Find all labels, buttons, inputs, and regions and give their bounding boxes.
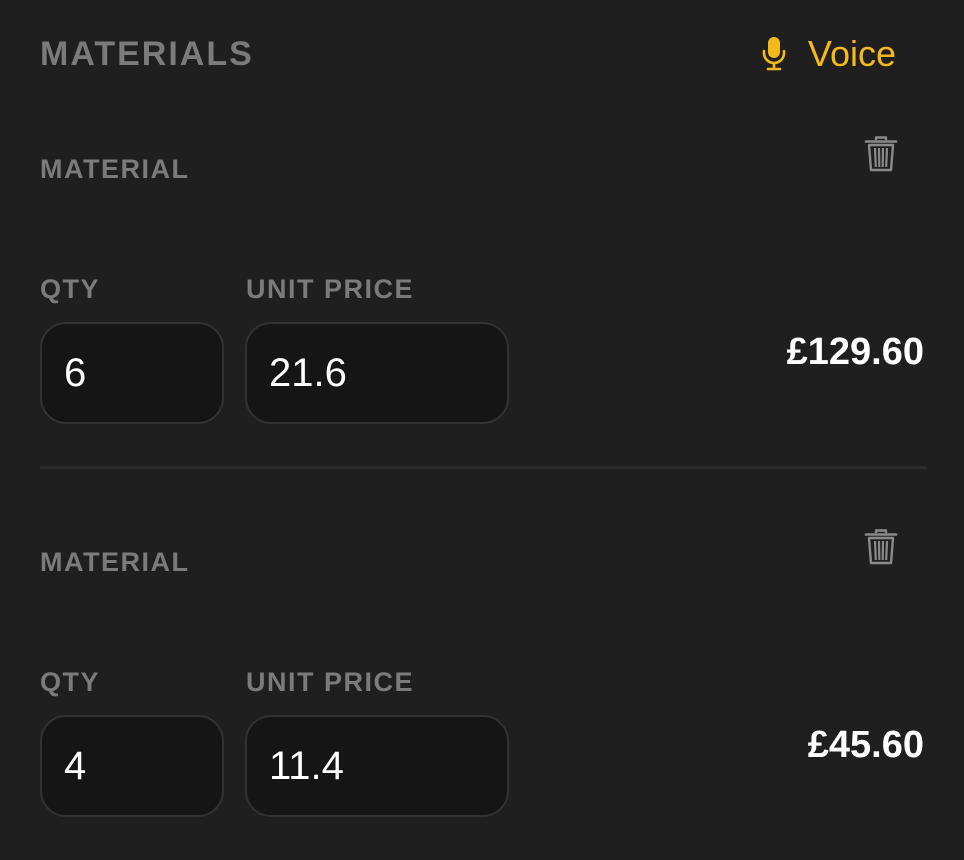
unit-price-label: UNIT PRICE	[246, 667, 415, 697]
material-label: MATERIAL	[40, 547, 190, 577]
materials-panel: MATERIALS Voice MATERIAL QTY UNIT PRICE …	[0, 0, 964, 860]
voice-button[interactable]: Voice	[762, 30, 896, 78]
microphone-icon	[762, 37, 786, 71]
unit-price-input[interactable]: 11.4	[245, 715, 509, 817]
section-title: MATERIALS	[40, 35, 254, 73]
unit-price-input[interactable]: 21.6	[245, 322, 509, 424]
trash-icon[interactable]	[864, 136, 898, 172]
line-total: £45.60	[807, 724, 924, 766]
unit-price-label: UNIT PRICE	[246, 274, 415, 304]
qty-label: QTY	[40, 274, 101, 304]
divider	[40, 466, 926, 469]
qty-label: QTY	[40, 667, 101, 697]
qty-input[interactable]: 4	[40, 715, 224, 817]
line-total: £129.60	[786, 331, 924, 373]
voice-label: Voice	[807, 33, 896, 74]
trash-icon[interactable]	[864, 529, 898, 565]
qty-input[interactable]: 6	[40, 322, 224, 424]
material-label: MATERIAL	[40, 154, 190, 184]
